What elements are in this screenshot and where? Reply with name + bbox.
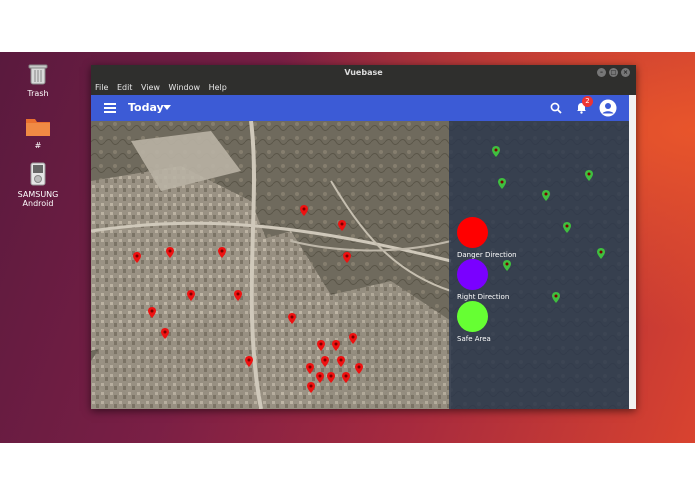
danger-marker-icon[interactable] [337,356,345,367]
danger-marker-icon[interactable] [338,220,346,231]
menu-edit[interactable]: Edit [117,83,133,92]
device-desktop-icon[interactable]: SAMSUNG Android [8,162,68,208]
safe-marker-icon[interactable] [552,292,560,303]
safe-marker-icon[interactable] [498,178,506,189]
legend-swatch-safe [457,301,488,332]
toolbar-title[interactable]: Today [128,101,164,114]
danger-marker-icon[interactable] [300,205,308,216]
danger-marker-icon[interactable] [133,252,141,263]
menu-file[interactable]: File [95,83,108,92]
safe-marker-icon[interactable] [492,146,500,157]
folder-icon [26,119,50,136]
chevron-down-icon[interactable] [163,105,171,111]
maximize-button[interactable]: □ [609,68,618,77]
danger-marker-icon[interactable] [343,252,351,263]
danger-marker-icon[interactable] [327,372,335,383]
map-view[interactable]: Danger Direction Right Direction Safe Ar… [91,121,629,409]
folder-label: # [34,141,42,150]
trash-desktop-icon[interactable]: Trash [8,63,68,98]
danger-marker-icon[interactable] [317,340,325,351]
safe-marker-icon[interactable] [503,260,511,271]
danger-marker-icon[interactable] [321,356,329,367]
safe-marker-icon[interactable] [563,222,571,233]
legend-swatch-right [457,259,488,290]
danger-marker-icon[interactable] [349,333,357,344]
danger-marker-icon[interactable] [306,363,314,374]
danger-marker-icon[interactable] [307,382,315,393]
app-window: Vuebase – □ × File Edit View Window Help… [91,65,636,409]
legend-label-danger: Danger Direction [457,251,517,259]
danger-marker-icon[interactable] [342,372,350,383]
search-icon[interactable] [550,102,562,114]
safe-marker-icon[interactable] [542,190,550,201]
danger-marker-icon[interactable] [161,328,169,339]
trash-icon [28,64,48,85]
legend-label-safe: Safe Area [457,335,491,343]
account-avatar-icon[interactable] [599,99,617,117]
safe-marker-icon[interactable] [585,170,593,181]
menu-view[interactable]: View [141,83,160,92]
danger-marker-icon[interactable] [218,247,226,258]
danger-marker-icon[interactable] [355,363,363,374]
safe-marker-icon[interactable] [597,248,605,259]
danger-marker-icon[interactable] [288,313,296,324]
danger-marker-icon[interactable] [148,307,156,318]
legend-swatch-danger [457,217,488,248]
legend-label-right: Right Direction [457,293,510,301]
danger-marker-icon[interactable] [316,372,324,383]
window-title: Vuebase [344,68,383,77]
hamburger-menu-icon[interactable] [104,103,116,113]
minimize-button[interactable]: – [597,68,606,77]
window-titlebar[interactable]: Vuebase – □ × [91,65,636,81]
danger-marker-icon[interactable] [166,247,174,258]
window-scrollbar[interactable] [629,95,636,409]
trash-label: Trash [27,89,49,98]
device-label-line2: Android [22,199,54,208]
danger-marker-icon[interactable] [332,340,340,351]
menu-help[interactable]: Help [209,83,227,92]
danger-marker-icon[interactable] [234,290,242,301]
menu-window[interactable]: Window [169,83,201,92]
danger-marker-icon[interactable] [187,290,195,301]
app-toolbar: Today 2 [91,95,629,121]
device-label-line1: SAMSUNG [17,190,59,199]
close-button[interactable]: × [621,68,630,77]
menu-bar: File Edit View Window Help [91,81,636,95]
media-player-icon [30,162,46,186]
folder-desktop-icon[interactable]: # [8,115,68,150]
danger-marker-icon[interactable] [245,356,253,367]
notification-badge: 2 [582,96,593,107]
